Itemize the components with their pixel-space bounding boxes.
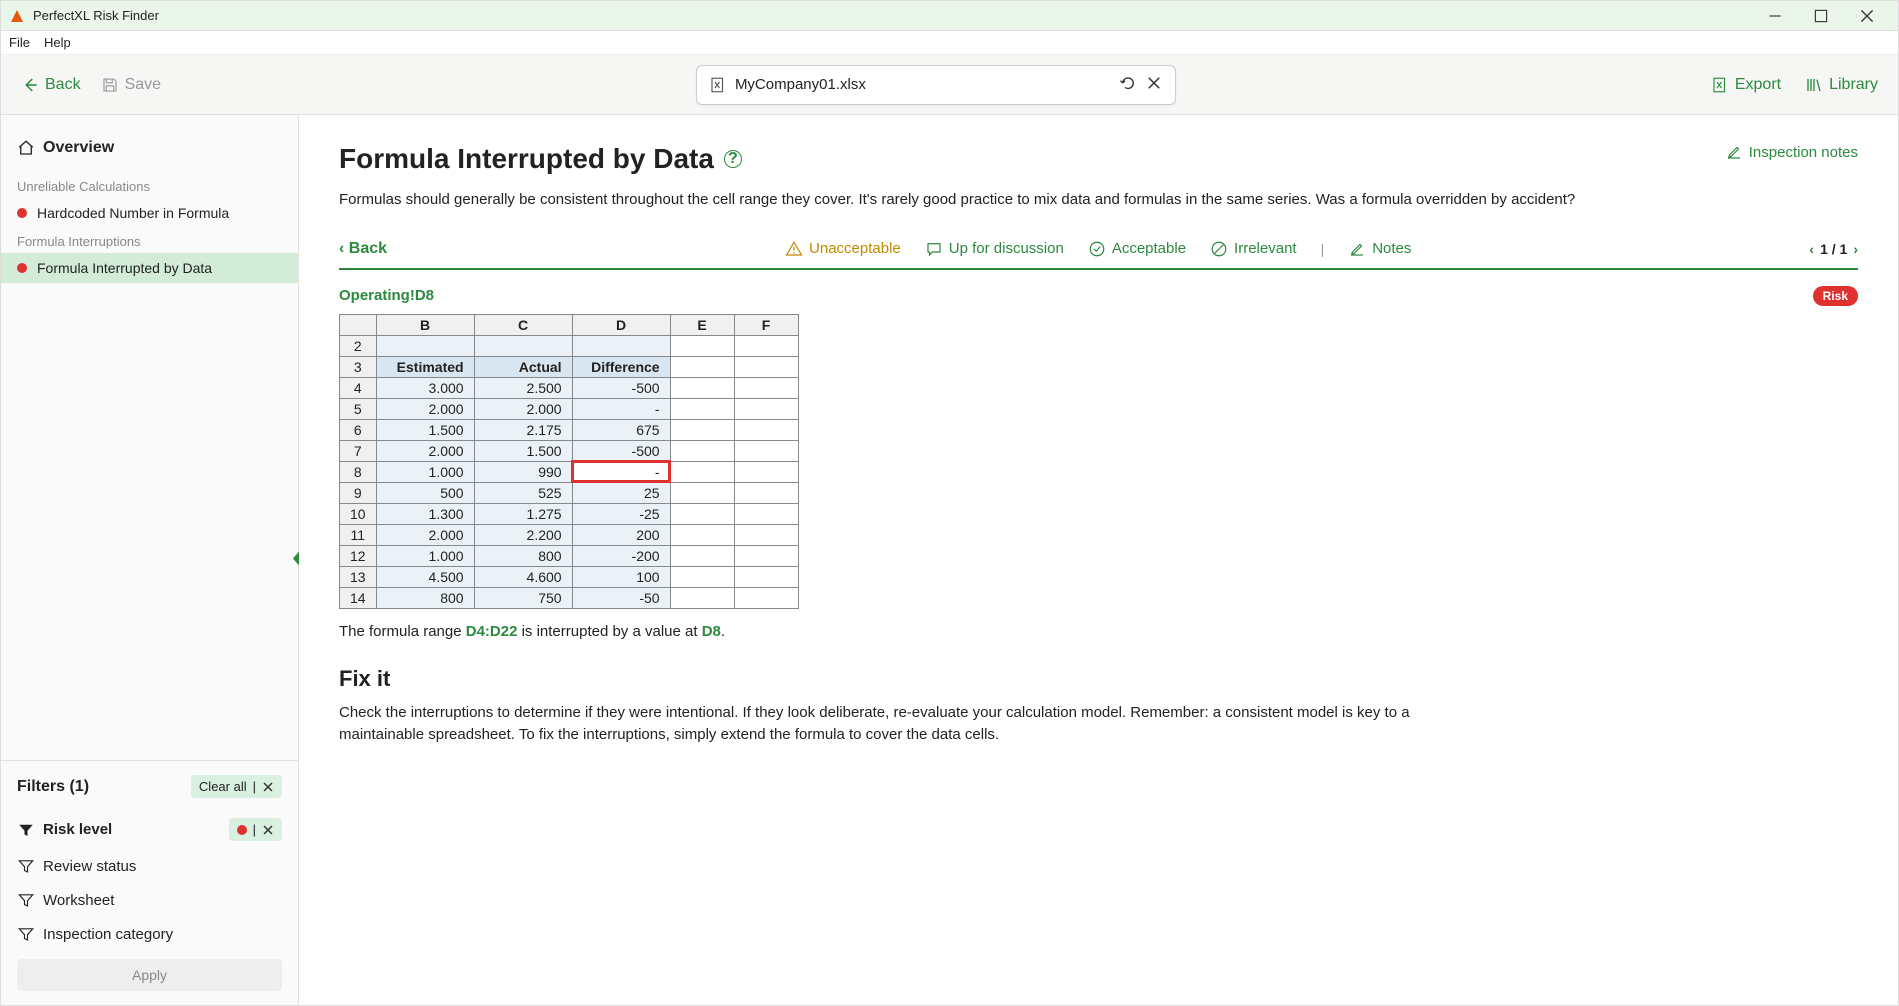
file-selector[interactable]: MyCompany01.xlsx xyxy=(696,65,1176,105)
page-description: Formulas should generally be consistent … xyxy=(339,189,1858,212)
titlebar: PerfectXL Risk Finder xyxy=(1,1,1898,31)
menu-file[interactable]: File xyxy=(9,35,30,50)
close-icon xyxy=(262,824,274,836)
filename: MyCompany01.xlsx xyxy=(735,76,1111,93)
library-label: Library xyxy=(1829,76,1878,94)
toolbar: Back Save MyCompany01.xlsx Export Libr xyxy=(1,55,1898,115)
save-button[interactable]: Save xyxy=(101,76,161,94)
app-logo-icon xyxy=(9,8,25,24)
reload-icon xyxy=(1119,74,1137,92)
filter-icon xyxy=(17,857,35,875)
library-icon xyxy=(1805,76,1823,94)
ban-icon xyxy=(1210,240,1228,258)
window-title: PerfectXL Risk Finder xyxy=(33,8,159,23)
filter-label: Worksheet xyxy=(43,892,282,909)
edit-icon xyxy=(1348,240,1366,258)
help-icon[interactable]: ? xyxy=(724,150,742,168)
maximize-button[interactable] xyxy=(1798,1,1844,31)
fix-it-section: Fix it Check the interruptions to determ… xyxy=(339,666,1858,747)
filter-worksheet[interactable]: Worksheet xyxy=(17,883,282,917)
clear-label: Clear all xyxy=(199,779,247,794)
risk-badge: Risk xyxy=(1813,286,1858,306)
close-icon xyxy=(262,781,274,793)
risk-dot-icon xyxy=(237,825,247,835)
home-icon xyxy=(17,139,35,157)
filter-label: Risk level xyxy=(43,821,221,838)
menu-help[interactable]: Help xyxy=(44,35,71,50)
filter-inspection-category[interactable]: Inspection category xyxy=(17,917,282,951)
inspection-notes-label: Inspection notes xyxy=(1749,144,1858,161)
filter-icon xyxy=(17,821,35,839)
menubar: File Help xyxy=(1,31,1898,55)
section-interruptions: Formula Interruptions xyxy=(1,228,298,253)
filter-risk-level[interactable]: Risk level | xyxy=(17,810,282,849)
pager: ‹ 1 / 1 › xyxy=(1809,241,1858,257)
clear-filters-button[interactable]: Clear all | xyxy=(191,775,282,798)
cell-reference: Operating!D8 xyxy=(339,287,434,304)
library-button[interactable]: Library xyxy=(1805,76,1878,94)
section-unreliable: Unreliable Calculations xyxy=(1,173,298,198)
overview-label: Overview xyxy=(43,139,114,157)
save-icon xyxy=(101,76,119,94)
maximize-icon xyxy=(1812,7,1830,25)
overview-link[interactable]: Overview xyxy=(1,133,298,173)
status-unacceptable[interactable]: Unacceptable xyxy=(785,240,901,258)
filters-panel: Filters (1) Clear all | Risk level | xyxy=(1,760,298,1005)
close-file-button[interactable] xyxy=(1145,74,1163,95)
apply-filters-button[interactable]: Apply xyxy=(17,959,282,991)
back-label: Back xyxy=(45,76,81,94)
inspection-notes-button[interactable]: Inspection notes xyxy=(1725,143,1858,161)
warning-icon xyxy=(785,240,803,258)
export-icon xyxy=(1711,76,1729,94)
page-title: Formula Interrupted by Data ? xyxy=(339,143,742,175)
minimize-button[interactable] xyxy=(1752,1,1798,31)
review-bar: ‹ Back Unacceptable Up for discussion Ac… xyxy=(339,240,1858,270)
reload-file-button[interactable] xyxy=(1119,74,1137,95)
chevron-left-icon xyxy=(290,550,302,568)
sidebar-item-hardcoded[interactable]: Hardcoded Number in Formula xyxy=(1,198,298,228)
risk-dot-icon xyxy=(17,263,27,273)
export-label: Export xyxy=(1735,76,1781,94)
filter-risk-chip[interactable]: | xyxy=(229,818,282,841)
filter-icon xyxy=(17,891,35,909)
pager-prev[interactable]: ‹ xyxy=(1809,241,1814,257)
excel-file-icon xyxy=(709,76,727,94)
main-content: Formula Interrupted by Data ? Inspection… xyxy=(299,115,1898,1005)
fix-it-title: Fix it xyxy=(339,666,1858,692)
edit-icon xyxy=(1725,143,1743,161)
close-icon xyxy=(1145,74,1163,92)
sidebar-item-label: Hardcoded Number in Formula xyxy=(37,205,229,221)
export-button[interactable]: Export xyxy=(1711,76,1781,94)
close-icon xyxy=(1858,7,1876,25)
explanation-text: The formula range D4:D22 is interrupted … xyxy=(339,623,1858,640)
close-window-button[interactable] xyxy=(1844,1,1890,31)
risk-dot-icon xyxy=(17,208,27,218)
collapse-sidebar-button[interactable] xyxy=(290,550,302,571)
sidebar-item-label: Formula Interrupted by Data xyxy=(37,260,212,276)
pager-position: 1 / 1 xyxy=(1820,241,1847,257)
filter-icon xyxy=(17,925,35,943)
fix-it-body: Check the interruptions to determine if … xyxy=(339,702,1439,747)
status-discuss[interactable]: Up for discussion xyxy=(925,240,1064,258)
status-irrelevant[interactable]: Irrelevant xyxy=(1210,240,1297,258)
sidebar-item-interrupted[interactable]: Formula Interrupted by Data xyxy=(1,253,298,283)
notes-button[interactable]: Notes xyxy=(1348,240,1411,258)
review-back-button[interactable]: ‹ Back xyxy=(339,240,387,258)
filter-label: Review status xyxy=(43,858,282,875)
pager-next[interactable]: › xyxy=(1853,241,1858,257)
filter-label: Inspection category xyxy=(43,926,282,943)
check-circle-icon xyxy=(1088,240,1106,258)
status-acceptable[interactable]: Acceptable xyxy=(1088,240,1186,258)
chat-icon xyxy=(925,240,943,258)
filters-title: Filters (1) xyxy=(17,778,89,796)
filter-review-status[interactable]: Review status xyxy=(17,849,282,883)
minimize-icon xyxy=(1766,7,1784,25)
arrow-left-icon xyxy=(21,76,39,94)
save-label: Save xyxy=(125,76,161,94)
spreadsheet-preview: BCDEF23EstimatedActualDifference43.0002.… xyxy=(339,314,799,609)
sidebar: Overview Unreliable Calculations Hardcod… xyxy=(1,115,299,1005)
back-button[interactable]: Back xyxy=(21,76,81,94)
